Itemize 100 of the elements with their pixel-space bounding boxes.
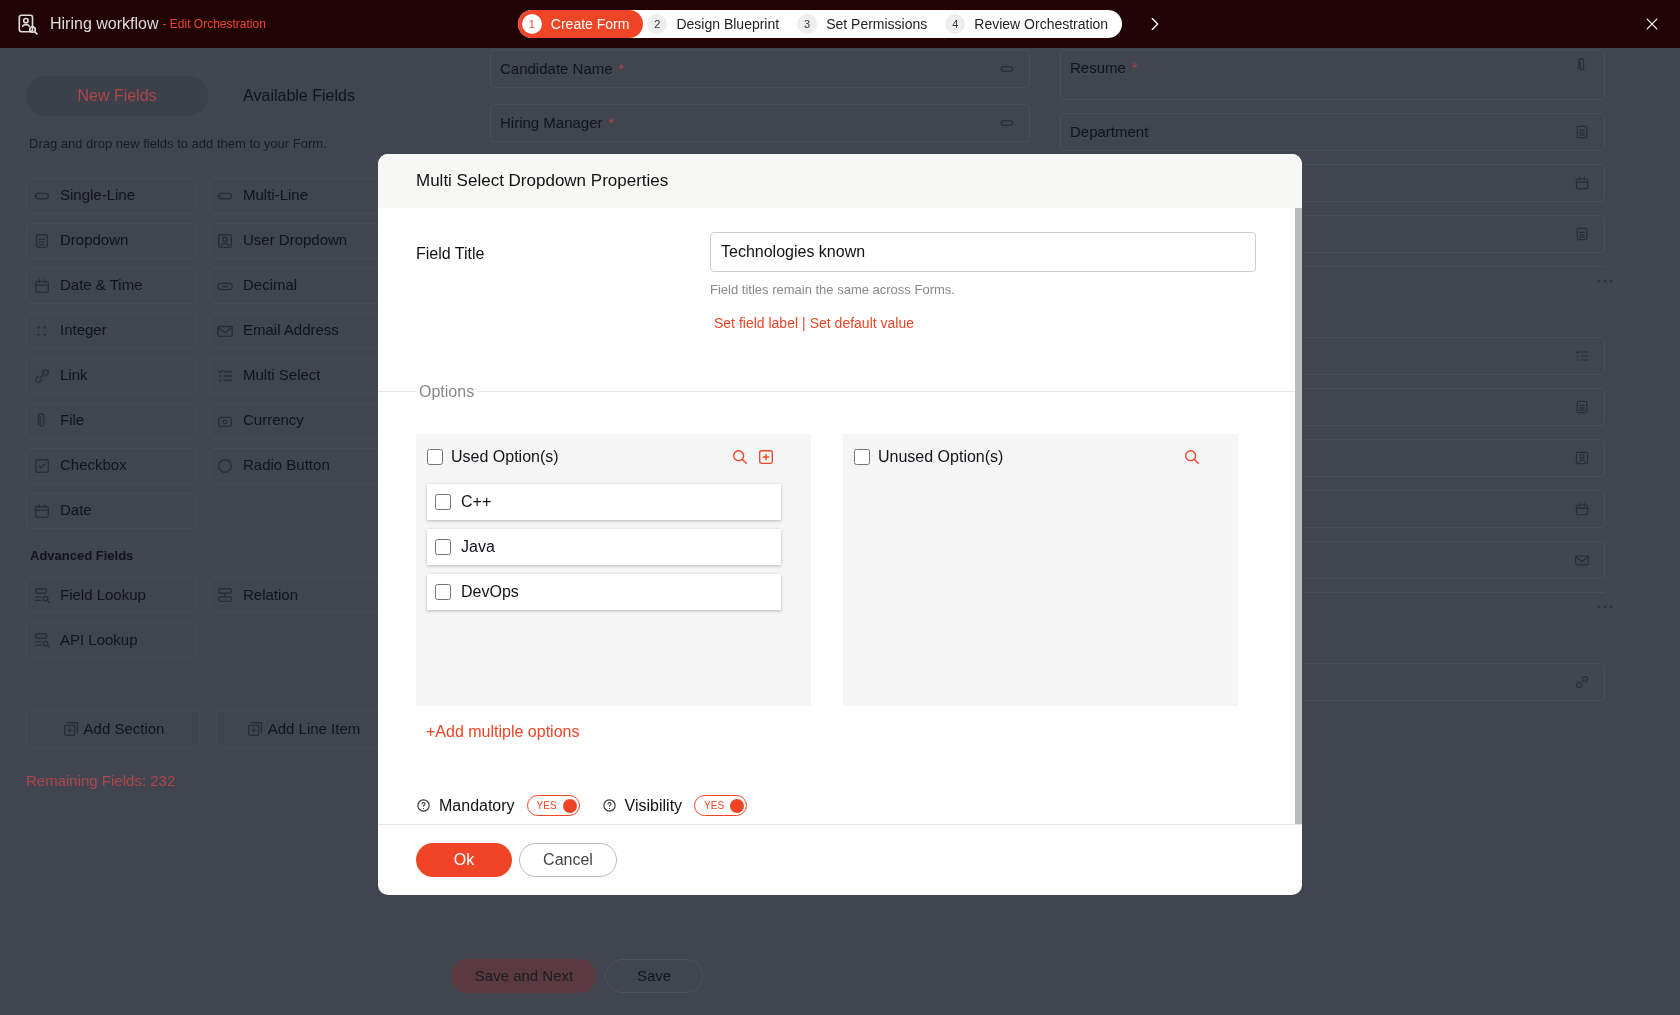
ok-button[interactable]: Ok [416,843,512,877]
field-title-label: Field Title [416,244,486,264]
step-tab[interactable]: 4 Review Orchestration [941,10,1123,38]
user-icon [216,231,234,250]
document-icon [1574,226,1590,242]
section-heading: Advanced Fields [30,546,135,565]
select-all-checkbox[interactable] [427,448,443,465]
user-icon [1574,450,1590,466]
field-type-item[interactable]: Date & Time [26,267,196,304]
option-checkbox[interactable] [435,493,451,510]
add-copy-icon [245,720,264,738]
calendar-icon [1574,501,1590,517]
step-tab[interactable]: 1 Create Form [517,10,644,38]
toggle-label: Mandatory [439,795,515,816]
set-label-link[interactable]: Set field label [714,312,799,334]
help-icon [601,798,617,813]
field-type-label: Decimal [243,275,298,296]
field-type-label: Integer [60,320,107,341]
step-tab[interactable]: 2 Design Blueprint [643,10,794,38]
set-default-link[interactable]: Set default value [809,312,914,334]
select-all-checkbox[interactable] [854,448,870,465]
add-icon[interactable] [757,447,775,466]
step-tab[interactable]: 3 Set Permissions [793,10,942,38]
dialog-title: Multi Select Dropdown Properties [378,154,1302,208]
add-multiple-options-link[interactable]: +Add multiple options [426,722,580,740]
form-field[interactable]: Candidate Name * [490,50,1030,88]
field-title-input[interactable]: Technologies known [710,232,1256,272]
field-type-label: API Lookup [60,629,138,650]
field-type-label: Checkbox [60,455,127,476]
toggle-switch[interactable]: YES [694,795,748,816]
field-type-label: Multi-Line [243,185,309,206]
option-row[interactable]: DevOps [427,573,781,610]
workflow-title: Hiring workflow [50,14,159,34]
field-type-item[interactable]: API Lookup [26,622,196,658]
field-type-label: Single-Line [60,185,136,206]
field-label: Department [1070,121,1149,142]
document-icon [1574,399,1590,415]
option-row[interactable]: Java [427,528,781,565]
field-type-label: Email Address [243,320,339,341]
checkbox-icon [33,456,51,475]
search-icon[interactable] [731,447,749,466]
circle-icon [216,456,234,475]
field-type-item[interactable]: Checkbox [26,447,196,484]
help-icon [416,798,431,813]
add-section-button[interactable]: Add Section [26,710,200,748]
calendar-icon [33,501,51,520]
option-label: C++ [461,491,492,512]
option-label: DevOps [461,581,519,602]
required-mark: * [608,112,615,133]
field-type-label: Currency [243,410,304,431]
field-type-label: Link [60,365,88,386]
document-icon [1574,124,1590,140]
field-type-label: Dropdown [60,230,129,251]
form-field[interactable]: Resume * [1060,50,1605,100]
field-type-item[interactable]: Integer [26,312,196,349]
save-button[interactable]: Save [605,959,703,993]
sidebar-tab[interactable]: Available Fields [208,76,390,116]
form-field[interactable]: Department [1060,113,1605,151]
panel-title: Used Option(s) [451,446,559,467]
field-type-label: User Dropdown [243,230,348,251]
search-icon[interactable] [1183,447,1201,466]
cancel-button[interactable]: Cancel [519,843,617,877]
field-type-item[interactable]: Date [26,492,196,529]
field-label: Candidate Name [500,58,613,79]
field-type-label: Field Lookup [60,584,146,605]
separator: | [802,313,806,333]
checklist-icon [1574,348,1590,364]
toggle-label: Visibility [624,795,683,816]
user-search-icon [16,13,38,35]
option-label: Java [461,536,495,557]
document-icon [33,231,51,250]
field-type-label: Radio Button [243,455,330,476]
field-title-hint: Field titles remain the same across Forms. [710,281,956,299]
option-checkbox[interactable] [435,538,451,555]
field-type-label: Multi Select [243,365,321,386]
field-type-label: Date & Time [60,275,143,296]
field-type-label: Date [60,500,92,521]
calendar-icon [33,276,51,295]
field-type-label: File [60,410,85,431]
sidebar-tab[interactable]: New Fields [26,76,208,116]
required-mark: * [1131,58,1138,78]
save-next-button[interactable]: Save and Next [451,959,597,993]
link-icon [33,366,51,385]
toggle-switch[interactable]: YES [526,795,580,816]
field-type-item[interactable]: Single-Line [26,177,196,214]
form-field[interactable]: Hiring Manager * [490,104,1030,142]
field-type-item[interactable]: Field Lookup [26,577,196,613]
edit-orchestration-label: - Edit Orchestration [162,16,266,33]
option-row[interactable]: C++ [427,483,781,520]
option-checkbox[interactable] [435,583,451,600]
field-type-item[interactable]: File [26,402,196,439]
field-label: Resume [1070,58,1126,78]
close-icon[interactable] [1644,16,1660,32]
field-label: Hiring Manager [500,112,603,133]
calendar-icon [1574,175,1590,191]
field-type-item[interactable]: Dropdown [26,222,196,259]
field-type-item[interactable]: Link [26,357,196,394]
lookup-icon [33,631,51,649]
add-copy-icon [61,720,80,738]
link-icon [1574,674,1590,690]
